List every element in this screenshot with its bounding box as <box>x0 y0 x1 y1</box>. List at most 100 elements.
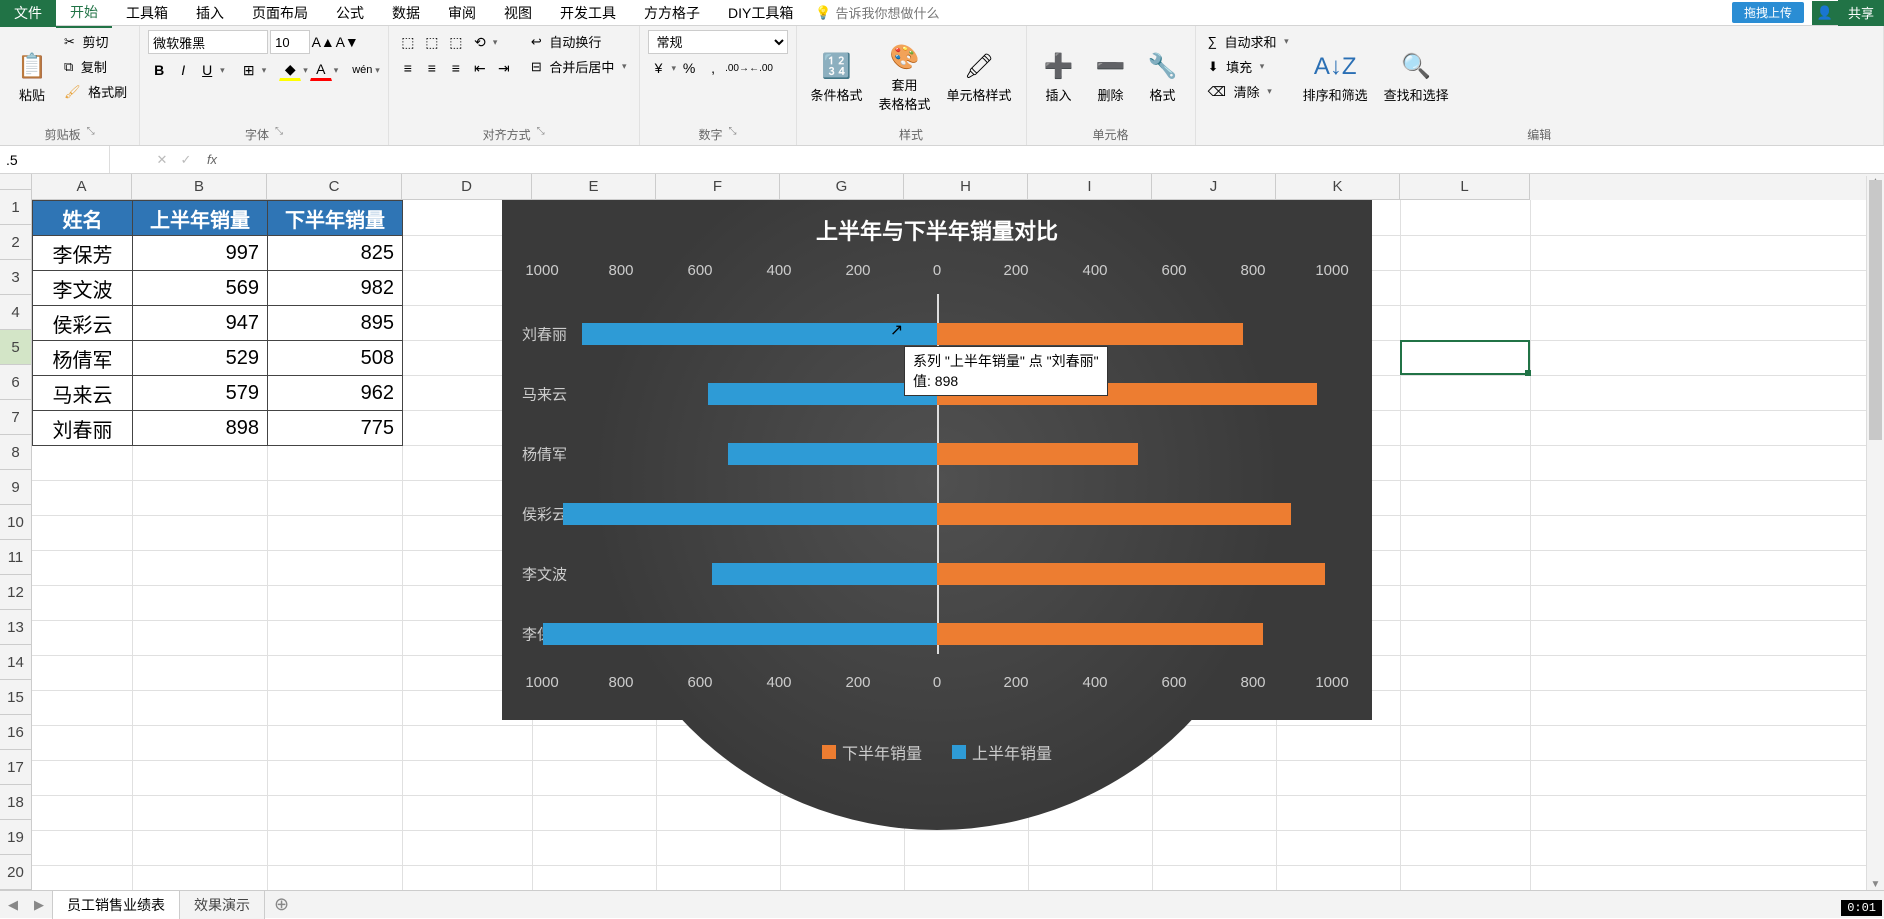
col-header[interactable]: H <box>904 174 1028 200</box>
cell-name[interactable]: 侯彩云 <box>33 306 133 341</box>
align-middle-icon[interactable]: ⬚ <box>421 31 443 53</box>
tab-home[interactable]: 开始 <box>56 0 112 28</box>
cell-h1[interactable]: 997 <box>133 236 268 271</box>
format-cells-button[interactable]: 🔧格式 <box>1139 30 1187 124</box>
tab-toolbox[interactable]: 工具箱 <box>112 0 182 27</box>
align-center-icon[interactable]: ≡ <box>421 57 443 79</box>
vertical-scrollbar[interactable]: ▲ ▼ <box>1866 176 1884 890</box>
tab-file[interactable]: 文件 <box>0 0 56 27</box>
cell-h2[interactable]: 895 <box>268 306 403 341</box>
bar-left[interactable] <box>563 503 937 525</box>
row-header[interactable]: 13 <box>0 610 32 645</box>
cell-h1[interactable]: 947 <box>133 306 268 341</box>
tab-developer[interactable]: 开发工具 <box>546 0 630 27</box>
row-header[interactable]: 16 <box>0 715 32 750</box>
row-header[interactable]: 14 <box>0 645 32 680</box>
sheet-nav-prev-icon[interactable]: ◀ <box>0 897 26 913</box>
tab-page-layout[interactable]: 页面布局 <box>238 0 322 27</box>
col-header[interactable]: G <box>780 174 904 200</box>
cut-button[interactable]: ✂ 剪切 <box>60 30 131 53</box>
col-header[interactable]: D <box>402 174 532 200</box>
cell-h1[interactable]: 569 <box>133 271 268 306</box>
orientation-icon[interactable]: ⟲ <box>469 31 491 53</box>
col-header[interactable]: C <box>267 174 402 200</box>
expand-icon[interactable]: ⤡ <box>275 126 283 143</box>
row-header[interactable]: 1 <box>0 190 32 225</box>
percent-icon[interactable]: % <box>678 57 700 79</box>
find-select-button[interactable]: 🔍查找和选择 <box>1378 30 1455 124</box>
align-bottom-icon[interactable]: ⬚ <box>445 31 467 53</box>
tab-ffgz[interactable]: 方方格子 <box>630 0 714 27</box>
cell-name[interactable]: 杨倩军 <box>33 341 133 376</box>
cell-name[interactable]: 李保芳 <box>33 236 133 271</box>
tab-formulas[interactable]: 公式 <box>322 0 378 27</box>
cell-h2[interactable]: 962 <box>268 376 403 411</box>
active-cell[interactable] <box>1400 340 1530 375</box>
select-all-corner[interactable] <box>0 174 32 190</box>
clear-button[interactable]: ⌫ 清除 ▾ <box>1204 80 1293 103</box>
row-header[interactable]: 17 <box>0 750 32 785</box>
paste-button[interactable]: 📋 粘贴 <box>8 30 56 124</box>
font-name-input[interactable] <box>148 30 268 54</box>
fill-color-icon[interactable]: ◆ <box>279 59 301 81</box>
chart-object[interactable]: 上半年与下半年销量对比 1000100080080060060040040020… <box>502 200 1372 720</box>
row-header[interactable]: 18 <box>0 785 32 820</box>
cell-h1[interactable]: 529 <box>133 341 268 376</box>
cell-name[interactable]: 李文波 <box>33 271 133 306</box>
cancel-icon[interactable]: ✕ <box>150 152 174 168</box>
row-header[interactable]: 15 <box>0 680 32 715</box>
sort-filter-button[interactable]: A↓Z排序和筛选 <box>1297 30 1374 124</box>
currency-icon[interactable]: ¥ <box>648 57 670 79</box>
bar-left[interactable] <box>712 563 937 585</box>
scrollbar-thumb[interactable] <box>1869 180 1882 440</box>
account-icon[interactable]: 👤 <box>1812 1 1838 25</box>
decrease-decimal-icon[interactable]: ←.00 <box>750 57 772 79</box>
name-box[interactable] <box>0 146 110 173</box>
row-header[interactable]: 7 <box>0 400 32 435</box>
row-header[interactable]: 9 <box>0 470 32 505</box>
tab-view[interactable]: 视图 <box>490 0 546 27</box>
format-painter-button[interactable]: 🖌 格式刷 <box>60 80 131 103</box>
expand-icon[interactable]: ⤡ <box>729 126 737 143</box>
fx-icon[interactable]: fx <box>198 152 226 167</box>
formula-input[interactable] <box>226 146 1884 173</box>
sheet-tab-active[interactable]: 员工销售业绩表 <box>52 890 180 919</box>
font-color-icon[interactable]: A <box>310 59 332 81</box>
row-header[interactable]: 3 <box>0 260 32 295</box>
bar-left[interactable] <box>543 623 937 645</box>
bar-right[interactable] <box>937 503 1291 525</box>
border-icon[interactable]: ⊞ <box>238 59 260 81</box>
tab-insert[interactable]: 插入 <box>182 0 238 27</box>
bar-left[interactable] <box>582 323 937 345</box>
tab-review[interactable]: 审阅 <box>434 0 490 27</box>
row-header[interactable]: 2 <box>0 225 32 260</box>
comma-icon[interactable]: , <box>702 57 724 79</box>
underline-icon[interactable]: U <box>196 59 218 81</box>
bold-icon[interactable]: B <box>148 59 170 81</box>
cell-h2[interactable]: 775 <box>268 411 403 446</box>
delete-cells-button[interactable]: ➖删除 <box>1087 30 1135 124</box>
align-top-icon[interactable]: ⬚ <box>397 31 419 53</box>
row-header[interactable]: 4 <box>0 295 32 330</box>
cond-format-button[interactable]: 🔢条件格式 <box>805 30 869 124</box>
cell-h2[interactable]: 825 <box>268 236 403 271</box>
table-format-button[interactable]: 🎨套用 表格格式 <box>873 30 937 124</box>
bar-right[interactable] <box>937 563 1325 585</box>
bar-right[interactable] <box>937 623 1263 645</box>
number-format-select[interactable]: 常规 <box>648 30 788 54</box>
sheet-nav-next-icon[interactable]: ▶ <box>26 897 52 913</box>
phonetic-icon[interactable]: wén <box>351 59 373 81</box>
cell-h1[interactable]: 579 <box>133 376 268 411</box>
add-sheet-icon[interactable]: ⊕ <box>264 894 299 915</box>
bar-left[interactable] <box>708 383 937 405</box>
cell-name[interactable]: 马来云 <box>33 376 133 411</box>
cell-styles-button[interactable]: 🖍单元格样式 <box>941 30 1018 124</box>
expand-icon[interactable]: ⤡ <box>537 126 545 143</box>
col-header[interactable]: L <box>1400 174 1530 200</box>
row-header[interactable]: 8 <box>0 435 32 470</box>
upload-button[interactable]: 拖拽上传 <box>1732 2 1804 23</box>
font-size-input[interactable] <box>270 30 310 54</box>
sheet-tab-other[interactable]: 效果演示 <box>179 890 265 919</box>
row-header[interactable]: 12 <box>0 575 32 610</box>
autosum-button[interactable]: ∑ 自动求和 ▾ <box>1204 30 1293 53</box>
